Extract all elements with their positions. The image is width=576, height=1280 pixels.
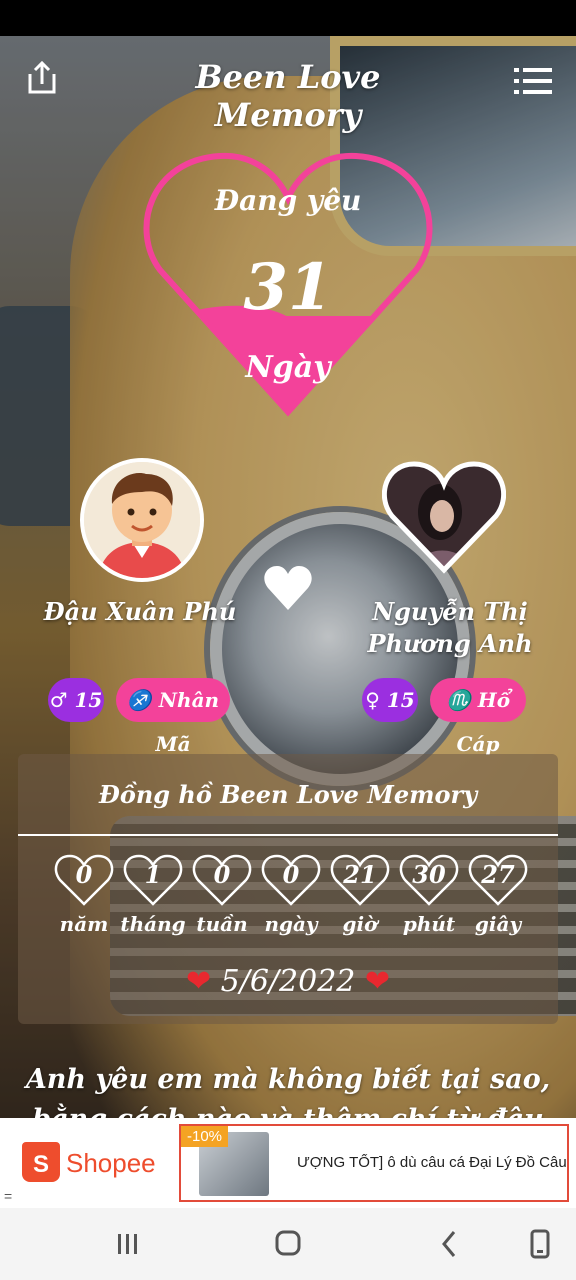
love-status-label: Đang yêu: [214, 184, 362, 217]
clock-unit-value: 30: [412, 860, 446, 889]
clock-unit-value: 21: [343, 860, 377, 889]
love-days-unit: Ngày: [245, 350, 331, 385]
red-heart-icon: ❤: [364, 964, 391, 999]
love-clock-card: Đồng hồ Been Love Memory 0 năm 1 tháng 0 tuần…: [18, 754, 558, 1024]
discount-badge: -10%: [181, 1126, 229, 1147]
ad-product-card[interactable]: -10% ƯỢNG TỐT] ô dù câu cá Đại Lý Đồ Câu…: [179, 1124, 569, 1202]
clock-unit-label: tuần: [196, 912, 248, 936]
boy-avatar-icon: [84, 462, 200, 578]
right-person-name: Nguyễn Thị Phương Anh: [367, 597, 533, 658]
shopee-bag-icon: S: [22, 1142, 60, 1182]
clock-unit-value: 0: [75, 860, 93, 889]
clock-unit-label: giây: [474, 912, 522, 936]
love-days-counter[interactable]: Đang yêu 31 Ngày: [140, 140, 436, 430]
start-date: ❤ 5/6/2022 ❤: [18, 964, 558, 999]
system-nav-bar: [0, 1208, 576, 1280]
top-bar: Been Love Memory: [0, 48, 576, 134]
left-age-badge[interactable]: ♂ 15: [48, 678, 104, 722]
status-bar: [0, 0, 576, 36]
clock-unit-value: 1: [144, 860, 162, 889]
app-title: Been Love Memory: [195, 58, 381, 134]
clock-unit-label: tháng: [120, 912, 186, 936]
avatar-left[interactable]: [80, 458, 204, 582]
home-icon[interactable]: [268, 1226, 308, 1262]
left-person-name: Đậu Xuân Phú: [43, 597, 237, 626]
clock-unit-label: giờ: [342, 912, 378, 936]
ad-banner[interactable]: S Shopee = -10% ƯỢNG TỐT] ô dù câu cá Đạ…: [0, 1118, 576, 1208]
start-date-value: 5/6/2022: [220, 964, 356, 999]
right-age-badge[interactable]: ♀ 15: [362, 678, 418, 722]
clock-unit-label: năm: [59, 912, 109, 936]
svg-text:S: S: [33, 1151, 49, 1178]
ad-product-text: ƯỢNG TỐT] ô dù câu cá Đại Lý Đồ Câu Cá ớ: [297, 1154, 567, 1171]
love-days-count: 31: [243, 250, 333, 325]
share-icon[interactable]: [26, 60, 58, 96]
ad-brand: Shopee: [66, 1148, 156, 1178]
left-zodiac-badge[interactable]: ♐ Nhân Mã: [116, 678, 230, 756]
menu-icon[interactable]: [514, 66, 552, 96]
keyboard-toggle-icon[interactable]: [520, 1226, 560, 1262]
red-heart-icon: ❤: [185, 964, 212, 999]
ad-info-icon[interactable]: =: [4, 1188, 12, 1204]
clock-unit-value: 27: [481, 860, 515, 889]
heart-icon: [264, 566, 312, 610]
avatar-right[interactable]: [382, 458, 506, 576]
clock-divider: [18, 834, 558, 836]
clock-unit-label: ngày: [264, 912, 318, 936]
clock-title: Đồng hồ Been Love Memory: [98, 780, 478, 809]
right-zodiac-badge[interactable]: ♏ Hổ Cáp: [430, 678, 526, 756]
clock-unit-value: 0: [213, 860, 231, 889]
clock-unit-label: phút: [402, 912, 456, 936]
back-icon[interactable]: [430, 1226, 470, 1262]
clock-unit-value: 0: [282, 860, 300, 889]
recent-apps-icon[interactable]: [108, 1226, 148, 1262]
